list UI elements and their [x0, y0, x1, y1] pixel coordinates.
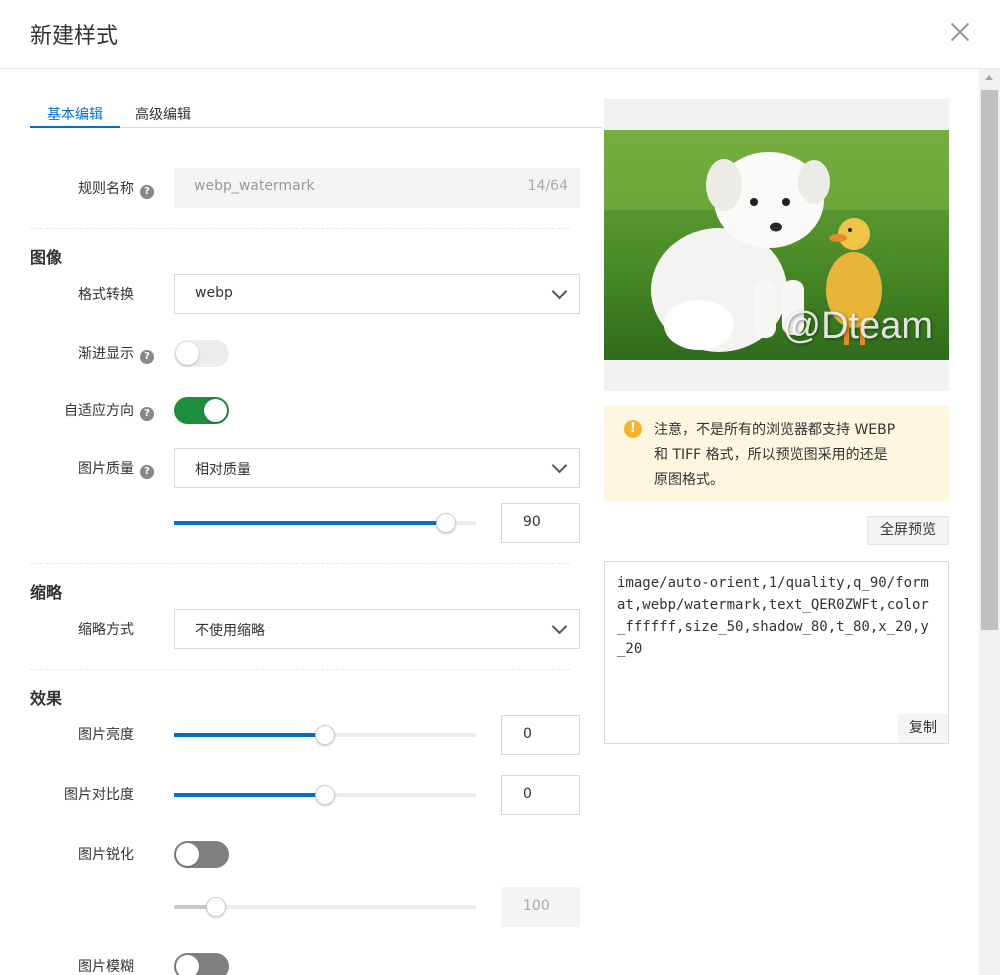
section-thumbnail: 缩略	[30, 583, 63, 602]
notice-line: 原图格式。	[654, 472, 724, 488]
preview-panel: @Dteam	[604, 99, 949, 391]
quality-label-text: 图片质量	[78, 461, 134, 477]
brightness-label: 图片亮度	[78, 727, 134, 743]
notice-line: 注意，不是所有的浏览器都支持 WEBP	[654, 422, 896, 438]
section-effects: 效果	[30, 689, 63, 708]
thumb-mode-select[interactable]: 不使用缩略	[174, 609, 580, 649]
brightness-input[interactable]: 0	[501, 715, 580, 755]
sharpen-slider	[174, 897, 476, 917]
help-icon[interactable]: ?	[140, 465, 154, 479]
section-image: 图像	[30, 248, 63, 267]
format-value: webp	[195, 285, 233, 301]
dialog-title: 新建样式	[30, 24, 119, 49]
brightness-slider[interactable]	[174, 725, 476, 745]
tab-bar: 基本编辑 高级编辑	[30, 100, 602, 128]
notice-box: ! 注意，不是所有的浏览器都支持 WEBP 和 TIFF 格式，所以预览图采用的…	[604, 406, 949, 501]
auto-orient-label: 自适应方向?	[0, 400, 154, 421]
chevron-down-icon	[551, 283, 568, 300]
quality-input[interactable]: 90	[501, 503, 580, 543]
close-icon[interactable]	[948, 20, 972, 44]
slider-fill	[174, 733, 325, 737]
help-icon[interactable]: ?	[140, 350, 154, 364]
tab-advanced-edit[interactable]: 高级编辑	[135, 104, 191, 128]
thumb-mode-label: 缩略方式	[78, 622, 134, 638]
style-code-text: image/auto-orient,1/quality,q_90/format,…	[617, 575, 929, 657]
toggle-knob	[176, 955, 199, 975]
watermark-text: @Dteam	[782, 305, 934, 347]
blur-toggle[interactable]	[174, 953, 229, 975]
rule-name-label-text: 规则名称	[78, 181, 134, 197]
rule-name-value: webp_watermark	[194, 178, 315, 194]
help-icon[interactable]: ?	[140, 407, 154, 421]
format-select[interactable]: webp	[174, 274, 580, 314]
warning-icon: !	[624, 420, 642, 438]
contrast-slider[interactable]	[174, 785, 476, 805]
scroll-up-icon[interactable]	[985, 75, 993, 80]
format-label: 格式转换	[78, 287, 134, 303]
copy-button[interactable]: 复制	[898, 714, 948, 743]
chevron-down-icon	[551, 618, 568, 635]
char-counter: 14/64	[527, 178, 568, 194]
auto-orient-toggle[interactable]	[174, 397, 229, 424]
thumb-mode-value: 不使用缩略	[195, 623, 265, 639]
slider-fill	[174, 793, 325, 797]
toggle-knob	[204, 399, 227, 422]
quality-label: 图片质量?	[0, 458, 154, 479]
slider-thumb[interactable]	[435, 513, 456, 533]
scrollbar-thumb[interactable]	[981, 90, 998, 630]
notice-line: 和 TIFF 格式，所以预览图采用的还是	[654, 447, 888, 463]
chevron-down-icon	[551, 457, 568, 474]
rule-name-label: 规则名称?	[0, 178, 154, 199]
toggle-knob	[176, 843, 199, 866]
rule-name-input: webp_watermark 14/64	[174, 168, 580, 208]
slider-fill	[174, 521, 446, 525]
contrast-label: 图片对比度	[64, 787, 134, 803]
progressive-label: 渐进显示?	[0, 343, 154, 364]
divider	[30, 563, 570, 564]
progressive-toggle[interactable]	[174, 340, 229, 367]
quality-mode-value: 相对质量	[195, 462, 251, 478]
slider-thumb[interactable]	[315, 725, 335, 745]
preview-image: @Dteam	[604, 130, 949, 360]
quality-slider[interactable]	[174, 513, 476, 533]
scrollbar[interactable]	[979, 69, 1000, 975]
help-icon[interactable]: ?	[140, 185, 154, 199]
sharpen-input: 100	[501, 887, 580, 927]
blur-label: 图片模糊	[78, 959, 134, 975]
dialog-header: 新建样式	[0, 0, 1000, 69]
sharpen-label: 图片锐化	[78, 847, 134, 863]
divider	[30, 228, 570, 229]
progressive-label-text: 渐进显示	[78, 346, 134, 362]
slider-thumb	[206, 897, 227, 917]
toggle-knob	[176, 342, 199, 365]
divider	[30, 669, 570, 670]
contrast-input[interactable]: 0	[501, 775, 580, 815]
sharpen-toggle[interactable]	[174, 841, 229, 868]
slider-thumb[interactable]	[315, 785, 335, 805]
fullscreen-preview-button[interactable]: 全屏预览	[867, 516, 949, 545]
auto-orient-label-text: 自适应方向	[64, 403, 134, 419]
quality-mode-select[interactable]: 相对质量	[174, 448, 580, 488]
tab-basic-edit[interactable]: 基本编辑	[30, 104, 120, 128]
